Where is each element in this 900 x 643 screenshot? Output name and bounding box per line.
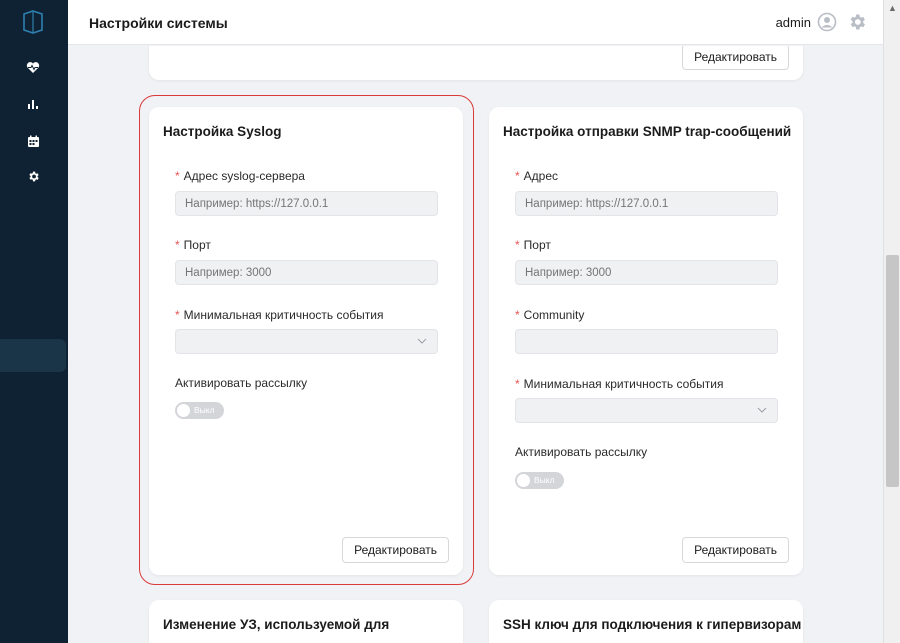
snmp-port-label: * Порт — [515, 238, 551, 252]
calendar-icon[interactable] — [24, 132, 42, 150]
gear-icon[interactable] — [24, 167, 42, 185]
ssh-key-card-title: SSH ключ для подключения к гипервизорам — [503, 617, 802, 632]
snmp-community-label: * Community — [515, 308, 585, 322]
scroll-up-arrow-icon[interactable]: ▲ — [888, 3, 897, 13]
logo-book-icon[interactable] — [22, 10, 44, 34]
snmp-community-input[interactable] — [515, 329, 778, 354]
ssh-key-card: SSH ключ для подключения к гипервизорам — [489, 600, 803, 643]
snmp-severity-label: * Минимальная критичность события — [515, 377, 724, 391]
header: Настройки системы admin — [68, 0, 883, 45]
bar-chart-icon[interactable] — [24, 95, 42, 113]
top-card-edit-button[interactable]: Редактировать — [682, 46, 789, 70]
page-scrollbar[interactable]: ▲ — [883, 0, 900, 643]
snmp-activate-label: Активировать рассылку — [515, 445, 648, 459]
scrollbar-thumb[interactable] — [886, 255, 899, 487]
top-card: Редактировать — [149, 46, 803, 80]
snmp-address-input[interactable] — [515, 191, 778, 216]
toggle-state-label: Выкл — [534, 475, 555, 485]
user-avatar-icon[interactable] — [817, 12, 837, 32]
settings-gear-icon[interactable] — [847, 12, 867, 32]
account-change-card: Изменение УЗ, используемой для — [149, 600, 463, 643]
heart-pulse-icon[interactable] — [24, 58, 42, 76]
sidebar — [0, 0, 68, 643]
snmp-port-input[interactable] — [515, 260, 778, 285]
syslog-card-highlight — [139, 95, 474, 585]
snmp-severity-select[interactable] — [515, 398, 778, 423]
username[interactable]: admin — [776, 15, 811, 30]
account-change-card-title: Изменение УЗ, используемой для — [163, 617, 390, 632]
snmp-activate-toggle[interactable]: Выкл — [515, 472, 564, 489]
chevron-down-icon — [757, 407, 767, 413]
toggle-knob — [517, 474, 530, 487]
snmp-address-label: * Адрес — [515, 169, 559, 183]
page-title: Настройки системы — [89, 15, 228, 31]
sidebar-active-item[interactable] — [0, 339, 66, 372]
main-content: Редактировать Настройка Syslog * Адрес sy… — [68, 46, 883, 643]
snmp-card: Настройка отправки SNMP trap-сообщений *… — [489, 107, 803, 575]
snmp-card-title: Настройка отправки SNMP trap-сообщений — [503, 124, 792, 139]
snmp-edit-button[interactable]: Редактировать — [682, 537, 789, 563]
